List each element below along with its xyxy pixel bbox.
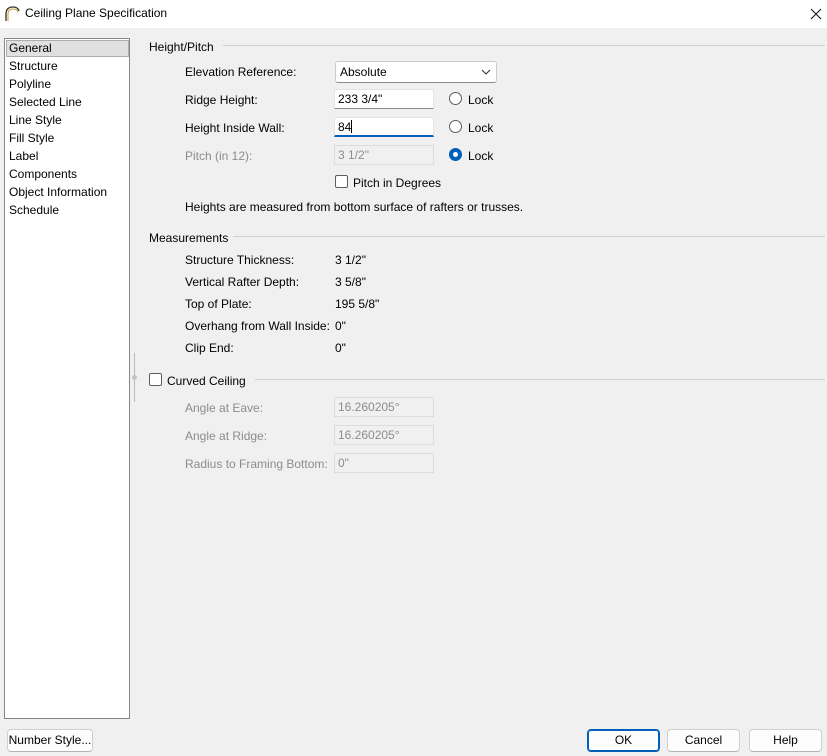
top-of-plate-label: Top of Plate: [185,297,252,311]
height-pitch-group-title: Height/Pitch [149,40,214,54]
angle-at-eave-label: Angle at Eave: [185,401,264,415]
ok-button[interactable]: OK [587,729,660,752]
ridge-height-lock-label[interactable]: Lock [468,93,493,107]
heights-note: Heights are measured from bottom surface… [185,200,524,214]
angle-at-ridge-label: Angle at Ridge: [185,429,268,443]
ceiling-arc-icon [5,6,20,21]
chevron-down-icon [481,69,491,75]
height-inside-wall-lock-radio[interactable] [449,120,462,133]
clip-end-value: 0" [335,341,346,355]
dialog-window: Ceiling Plane Specification General Stru… [0,0,827,756]
sidebar-item-selected-line[interactable]: Selected Line [6,94,129,111]
help-button[interactable]: Help [749,729,822,752]
clip-end-label: Clip End: [185,341,234,355]
ridge-height-label: Ridge Height: [185,93,258,107]
sidebar-item-label[interactable]: Label [6,148,129,165]
pitch-in-degrees-label[interactable]: Pitch in Degrees [353,176,441,190]
top-of-plate-value: 195 5/8" [335,297,380,311]
group-divider [233,236,825,237]
title-bar: Ceiling Plane Specification [0,0,827,28]
category-list[interactable]: General Structure Polyline Selected Line… [4,38,130,719]
overhang-value: 0" [335,319,346,333]
angle-at-ridge-field: 16.260205° [334,425,434,445]
pitch-lock-radio[interactable] [449,148,462,161]
ridge-height-lock-radio[interactable] [449,92,462,105]
elevation-reference-select[interactable]: Absolute [335,61,497,83]
text-caret [351,120,353,133]
vertical-rafter-depth-label: Vertical Rafter Depth: [185,275,300,289]
splitter-grip[interactable] [132,375,137,380]
pitch-label: Pitch (in 12): [185,149,253,163]
measurements-group-title: Measurements [149,231,229,245]
overhang-label: Overhang from Wall Inside: [185,319,330,333]
pitch-lock-label[interactable]: Lock [468,149,493,163]
radius-label: Radius to Framing Bottom: [185,457,328,471]
pitch-field: 3 1/2" [334,145,434,165]
structure-thickness-label: Structure Thickness: [185,253,295,267]
height-inside-wall-label: Height Inside Wall: [185,121,285,135]
sidebar-item-object-information[interactable]: Object Information [6,184,129,201]
window-title: Ceiling Plane Specification [25,6,168,20]
structure-thickness-value: 3 1/2" [335,253,366,267]
height-inside-wall-value: 84 [338,120,352,134]
group-divider [255,379,825,380]
radius-field: 0" [334,453,434,473]
sidebar-item-general[interactable]: General [6,40,129,57]
sidebar-item-polyline[interactable]: Polyline [6,76,129,93]
sidebar-item-structure[interactable]: Structure [6,58,129,75]
sidebar-item-schedule[interactable]: Schedule [6,202,129,219]
pitch-in-degrees-checkbox[interactable] [335,175,348,188]
sidebar-item-line-style[interactable]: Line Style [6,112,129,129]
elevation-reference-value: Absolute [340,65,387,79]
sidebar-item-fill-style[interactable]: Fill Style [6,130,129,147]
height-inside-wall-field[interactable]: 84 [334,117,434,137]
number-style-button[interactable]: Number Style... [7,729,93,752]
height-inside-wall-lock-label[interactable]: Lock [468,121,493,135]
curved-ceiling-checkbox[interactable] [149,373,162,386]
group-divider [223,45,825,46]
close-icon[interactable] [806,4,826,24]
sidebar-item-components[interactable]: Components [6,166,129,183]
angle-at-eave-field: 16.260205° [334,397,434,417]
ridge-height-field[interactable]: 233 3/4" [334,89,434,109]
curved-ceiling-label[interactable]: Curved Ceiling [167,374,246,388]
cancel-button[interactable]: Cancel [667,729,740,752]
vertical-rafter-depth-value: 3 5/8" [335,275,366,289]
elevation-reference-label: Elevation Reference: [185,65,297,79]
